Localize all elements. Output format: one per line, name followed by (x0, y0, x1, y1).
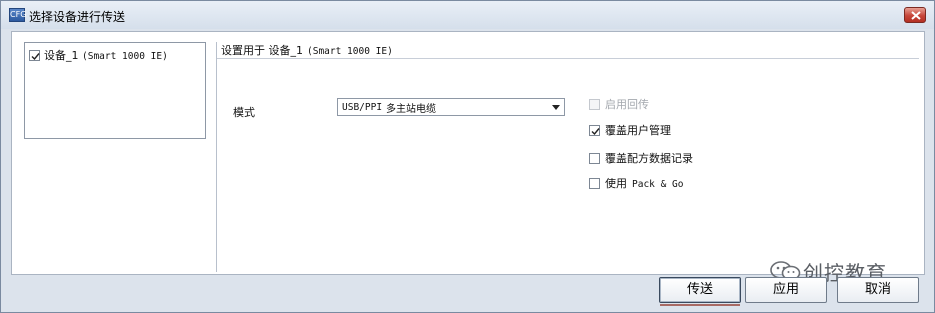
enable-upload-checkbox (589, 98, 600, 110)
transfer-dialog: CFG 选择设备进行传送 设备_1 (Smart 1000 IE) 设置用于 设… (0, 0, 935, 313)
checkmark-icon (31, 52, 40, 60)
pack-and-go-checkbox[interactable] (589, 177, 600, 189)
option-pack-and-go[interactable]: 使用 Pack & Go (589, 175, 683, 191)
button-bar: 传送 应用 取消 (1, 277, 935, 307)
device-item[interactable]: 设备_1 (Smart 1000 IE) (29, 47, 168, 63)
device-type: (Smart 1000 IE) (82, 51, 168, 62)
group-title-type: (Smart 1000 IE) (307, 46, 393, 57)
settings-group: 设置用于 设备_1 (Smart 1000 IE) 模式 USB/PPI 多主站… (216, 42, 919, 272)
apply-button[interactable]: 应用 (745, 277, 827, 303)
device-label: 设备_1 (Smart 1000 IE) (44, 47, 168, 63)
mode-label: 模式 (233, 106, 255, 119)
app-icon: CFG (9, 8, 26, 22)
transfer-button[interactable]: 传送 (659, 277, 741, 306)
cancel-button[interactable]: 取消 (837, 277, 919, 303)
device-name: 设备_1 (44, 49, 79, 62)
mode-select[interactable]: USB/PPI 多主站电缆 (337, 98, 565, 116)
window-title: 选择设备进行传送 (29, 10, 126, 24)
close-icon (911, 11, 921, 20)
enable-upload-label: 启用回传 (605, 98, 649, 111)
group-divider (217, 58, 919, 59)
pack-and-go-label: 使用 Pack & Go (605, 175, 683, 191)
title-bar: CFG 选择设备进行传送 (1, 1, 934, 29)
pack-and-go-prefix: 使用 (605, 177, 627, 190)
pack-and-go-name: Pack & Go (632, 179, 684, 190)
overwrite-recipe-checkbox[interactable] (589, 152, 600, 164)
group-title-prefix: 设置用于 设备_1 (221, 44, 303, 57)
option-overwrite-recipe[interactable]: 覆盖配方数据记录 (589, 150, 693, 166)
device-list[interactable]: 设备_1 (Smart 1000 IE) (24, 42, 206, 139)
checkmark-icon (591, 127, 600, 135)
dialog-body: 设备_1 (Smart 1000 IE) 设置用于 设备_1 (Smart 10… (11, 31, 925, 275)
overwrite-user-admin-checkbox[interactable] (589, 124, 600, 136)
chevron-down-icon (552, 105, 560, 110)
option-enable-upload: 启用回传 (589, 96, 649, 112)
option-overwrite-user-admin[interactable]: 覆盖用户管理 (589, 122, 671, 138)
mode-select-value: USB/PPI 多主站电缆 (342, 100, 436, 115)
overwrite-user-admin-label: 覆盖用户管理 (605, 124, 671, 137)
group-title: 设置用于 设备_1 (Smart 1000 IE) (221, 42, 393, 58)
close-button[interactable] (904, 7, 926, 23)
mode-value-code: USB/PPI (342, 101, 383, 113)
overwrite-recipe-label: 覆盖配方数据记录 (605, 152, 693, 165)
device-checkbox[interactable] (29, 49, 40, 61)
mode-value-text: 多主站电缆 (386, 103, 437, 115)
